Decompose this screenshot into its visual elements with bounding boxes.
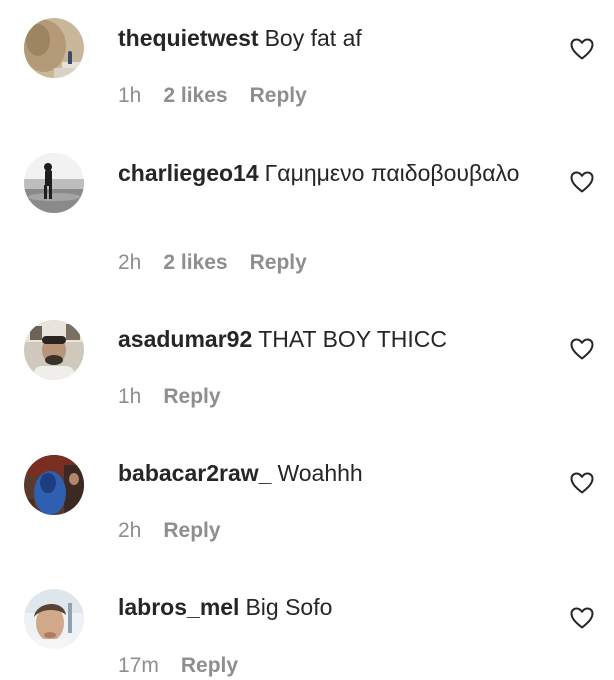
- comment-text: asadumar92 THAT BOY THICC: [118, 322, 538, 356]
- comment-body: Big Sofo: [245, 594, 333, 620]
- reply-button[interactable]: Reply: [181, 652, 238, 680]
- comment-timestamp[interactable]: 1h: [118, 383, 141, 411]
- avatar[interactable]: [24, 455, 84, 515]
- heart-outline-icon[interactable]: [570, 472, 594, 494]
- comment-meta: 2h Reply: [118, 517, 221, 545]
- comment-meta: 1h 2 likes Reply: [118, 82, 307, 110]
- comment-timestamp[interactable]: 1h: [118, 82, 141, 110]
- comment-likes-count[interactable]: 2 likes: [163, 82, 227, 110]
- comment-body: THAT BOY THICC: [258, 326, 447, 352]
- comment-timestamp[interactable]: 2h: [118, 517, 141, 545]
- comment-text: babacar2raw_ Woahhh: [118, 456, 538, 490]
- comment-text: thequietwest Boy fat af: [118, 21, 538, 55]
- heart-outline-icon[interactable]: [570, 38, 594, 60]
- comment-meta: 17m Reply: [118, 652, 238, 680]
- reply-button[interactable]: Reply: [250, 82, 307, 110]
- comment-username[interactable]: asadumar92: [118, 326, 252, 352]
- heart-outline-icon[interactable]: [570, 338, 594, 360]
- comment-username[interactable]: babacar2raw_: [118, 460, 271, 486]
- comment-body: Γαμημενο παιδοβουβαλο: [264, 160, 520, 186]
- comment-meta: 2h 2 likes Reply: [118, 249, 307, 277]
- reply-button[interactable]: Reply: [250, 249, 307, 277]
- comment-timestamp[interactable]: 2h: [118, 249, 141, 277]
- reply-button[interactable]: Reply: [163, 383, 220, 411]
- comment-text: charliegeo14 Γαμημενο παιδοβουβαλο: [118, 156, 538, 190]
- avatar[interactable]: [24, 18, 84, 78]
- comment-likes-count[interactable]: 2 likes: [163, 249, 227, 277]
- comment-username[interactable]: labros_mel: [118, 594, 239, 620]
- reply-button[interactable]: Reply: [163, 517, 220, 545]
- comment-text: labros_mel Big Sofo: [118, 590, 538, 624]
- heart-outline-icon[interactable]: [570, 171, 594, 193]
- comment-body: Woahhh: [277, 460, 363, 486]
- comment-meta: 1h Reply: [118, 383, 221, 411]
- comment-username[interactable]: charliegeo14: [118, 160, 259, 186]
- comment-body: Boy fat af: [264, 25, 362, 51]
- heart-outline-icon[interactable]: [570, 607, 594, 629]
- avatar[interactable]: [24, 320, 84, 380]
- avatar[interactable]: [24, 589, 84, 649]
- avatar[interactable]: [24, 153, 84, 213]
- comment-timestamp[interactable]: 17m: [118, 652, 159, 680]
- comment-username[interactable]: thequietwest: [118, 25, 259, 51]
